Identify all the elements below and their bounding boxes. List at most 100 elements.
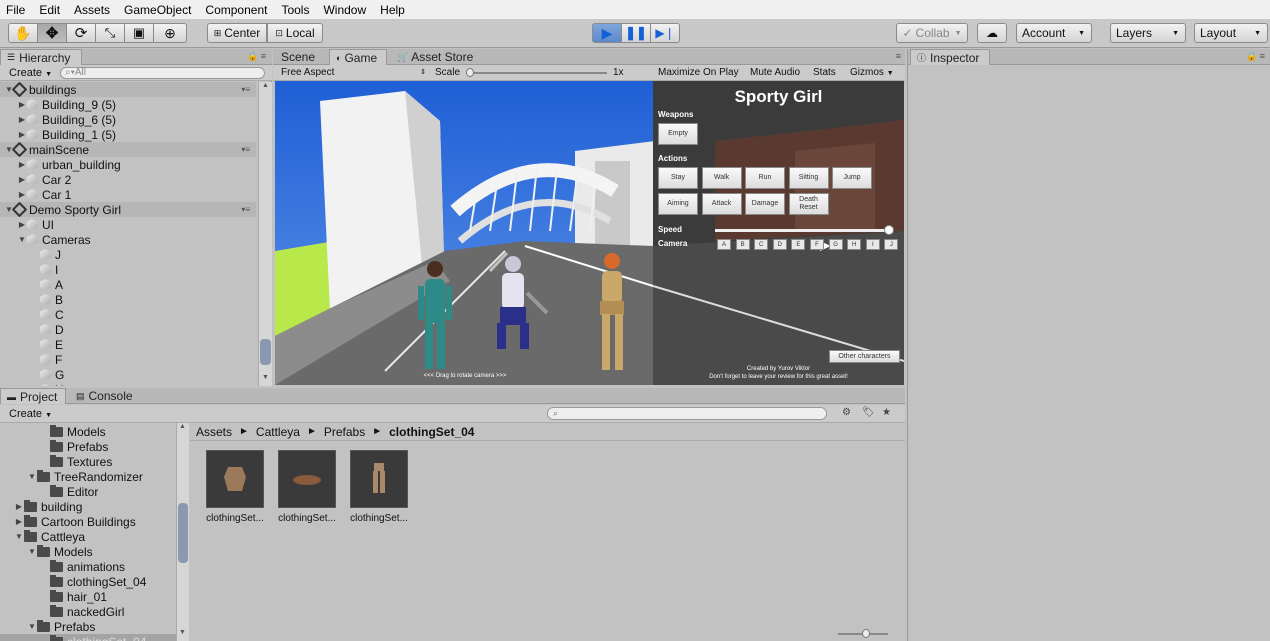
camera-button[interactable]: F <box>810 239 824 250</box>
hierarchy-item[interactable]: ▶ Building_9 (5) <box>0 97 116 112</box>
hierarchy-scene-row[interactable]: ▼ mainScene ▾≡ <box>0 141 256 158</box>
game-viewport[interactable]: Sporty Girl Weapons Empty Actions Speed … <box>275 81 904 385</box>
hierarchy-item[interactable]: H <box>0 382 64 386</box>
scale-slider-handle[interactable] <box>466 68 474 77</box>
hierarchy-item[interactable]: G <box>0 367 64 382</box>
breadcrumb-item[interactable]: Assets <box>196 425 232 439</box>
hierarchy-item[interactable]: ▶ urban_building <box>0 157 121 172</box>
project-folder-item[interactable]: ▼ Cattleya <box>0 529 176 544</box>
camera-button[interactable]: B <box>735 239 750 250</box>
hand-tool-button[interactable]: ✋ <box>8 23 38 43</box>
project-folder-item[interactable]: ▶ Cartoon Buildings <box>0 514 176 529</box>
camera-button[interactable]: C <box>754 239 769 250</box>
camera-button[interactable]: A <box>717 239 731 250</box>
hierarchy-create-button[interactable]: Create ▼ <box>9 67 52 79</box>
hierarchy-item[interactable]: ▼ Cameras <box>0 232 91 247</box>
project-tree-scrollbar[interactable]: ▲ ▼ <box>176 423 189 641</box>
menu-file[interactable]: File <box>6 3 25 17</box>
cloud-button[interactable]: ☁ <box>977 23 1007 43</box>
action-button[interactable]: Stay <box>658 167 698 189</box>
step-button[interactable]: ▶❘ <box>650 23 680 43</box>
tab-asset-store[interactable]: 🛒 Asset Store <box>391 49 481 65</box>
tab-game[interactable]: ◐ Game <box>329 49 387 65</box>
project-folder-item[interactable]: Textures <box>0 454 176 469</box>
panel-menu-icon[interactable]: 🔒 ≡ <box>247 51 266 62</box>
project-folder-item[interactable]: Editor <box>0 484 176 499</box>
filter-type-icon[interactable]: ⚙ <box>842 407 851 418</box>
hierarchy-item[interactable]: ▶ UI <box>0 217 54 232</box>
mute-audio-toggle[interactable]: Mute Audio <box>750 67 800 78</box>
tab-inspector[interactable]: ⓘ Inspector <box>910 49 990 65</box>
scale-slider[interactable] <box>467 72 607 74</box>
breadcrumb-item[interactable]: Cattleya <box>256 425 300 439</box>
project-folder-item[interactable]: ▼ Prefabs <box>0 619 176 634</box>
account-dropdown[interactable]: Account ▼ <box>1016 23 1092 43</box>
hierarchy-item[interactable]: D <box>0 322 64 337</box>
project-folder-item[interactable]: hair_01 <box>0 589 176 604</box>
weapon-empty-button[interactable]: Empty <box>658 123 698 145</box>
hierarchy-scene-row[interactable]: ▼ Demo Sporty Girl ▾≡ <box>0 201 256 218</box>
project-folder-item[interactable]: animations <box>0 559 176 574</box>
scene-menu-icon[interactable]: ▾≡ <box>241 85 250 94</box>
project-folder-item[interactable]: nackedGirl <box>0 604 176 619</box>
hierarchy-item[interactable]: C <box>0 307 64 322</box>
menu-edit[interactable]: Edit <box>39 3 60 17</box>
hierarchy-scroll-thumb[interactable] <box>260 339 271 365</box>
breadcrumb-item[interactable]: Prefabs <box>324 425 365 439</box>
maximize-on-play-toggle[interactable]: Maximize On Play <box>658 67 739 78</box>
project-folder-item[interactable]: ▼ Models <box>0 544 176 559</box>
expand-arrow-icon[interactable]: ▼ <box>27 622 37 631</box>
tab-console[interactable]: ▤ Console <box>70 388 140 404</box>
action-button[interactable]: Aiming <box>658 193 698 215</box>
expand-arrow-icon[interactable]: ▶ <box>17 175 27 184</box>
expand-arrow-icon[interactable]: ▼ <box>17 235 27 244</box>
collab-dropdown[interactable]: ✓ Collab ▼ <box>896 23 968 43</box>
layers-dropdown[interactable]: Layers ▼ <box>1110 23 1186 43</box>
expand-arrow-icon[interactable]: ▶ <box>17 190 27 199</box>
pause-button[interactable]: ❚❚ <box>621 23 651 43</box>
hierarchy-item[interactable]: I <box>0 262 58 277</box>
expand-arrow-icon[interactable]: ▼ <box>27 547 37 556</box>
aspect-dropdown[interactable]: Free Aspect ⇕ <box>277 66 429 80</box>
menu-component[interactable]: Component <box>205 3 267 17</box>
hierarchy-scene-row[interactable]: ▼ buildings ▾≡ <box>0 82 256 98</box>
menu-window[interactable]: Window <box>323 3 366 17</box>
expand-arrow-icon[interactable]: ▶ <box>14 502 24 511</box>
play-button[interactable]: ▶ <box>592 23 622 43</box>
tab-project[interactable]: ▬ Project <box>0 388 66 404</box>
action-button[interactable]: Sitting <box>788 167 829 189</box>
pivot-center-button[interactable]: ⊞ Center <box>207 23 267 43</box>
menu-tools[interactable]: Tools <box>281 3 309 17</box>
hierarchy-item[interactable]: ▶ Building_6 (5) <box>0 112 116 127</box>
scroll-down-icon[interactable]: ▼ <box>179 629 186 636</box>
scene-menu-icon[interactable]: ▾≡ <box>241 145 250 154</box>
tab-scene[interactable]: Scene <box>275 49 327 65</box>
scroll-up-icon[interactable]: ▲ <box>262 82 269 89</box>
expand-arrow-icon[interactable]: ▶ <box>14 517 24 526</box>
action-button[interactable]: Jump <box>832 167 872 189</box>
action-button[interactable]: Walk <box>701 167 742 189</box>
scroll-up-icon[interactable]: ▲ <box>179 423 186 430</box>
stats-toggle[interactable]: Stats <box>813 67 836 78</box>
icon-size-slider-handle[interactable] <box>862 629 870 638</box>
rect-tool-button[interactable]: ▣ <box>124 23 154 43</box>
move-tool-button[interactable]: ✥ <box>37 23 67 43</box>
camera-button[interactable]: E <box>791 239 806 250</box>
hierarchy-search-input[interactable]: ⌕▾All <box>60 67 265 79</box>
scale-tool-button[interactable]: ⤡ <box>95 23 125 43</box>
action-button[interactable]: Attack <box>701 193 742 215</box>
project-folder-item[interactable]: Prefabs <box>0 439 176 454</box>
gizmos-dropdown[interactable]: Gizmos ▼ <box>850 67 894 78</box>
asset-item[interactable]: clothingSet... <box>277 450 337 524</box>
expand-arrow-icon[interactable]: ▼ <box>14 532 24 541</box>
expand-arrow-icon[interactable]: ▶ <box>17 100 27 109</box>
project-scroll-thumb[interactable] <box>178 503 188 563</box>
filter-label-icon[interactable]: 🏷 <box>862 407 875 418</box>
expand-arrow-icon[interactable]: ▶ <box>17 115 27 124</box>
project-create-button[interactable]: Create ▼ <box>9 408 52 420</box>
hierarchy-item[interactable]: ▶ Car 1 <box>0 187 71 202</box>
transform-tool-button[interactable]: ⊕ <box>153 23 187 43</box>
camera-button[interactable]: H <box>847 239 862 250</box>
hierarchy-item[interactable]: A <box>0 277 63 292</box>
panel-menu-icon[interactable]: 🔒 ≡ <box>1246 51 1265 62</box>
